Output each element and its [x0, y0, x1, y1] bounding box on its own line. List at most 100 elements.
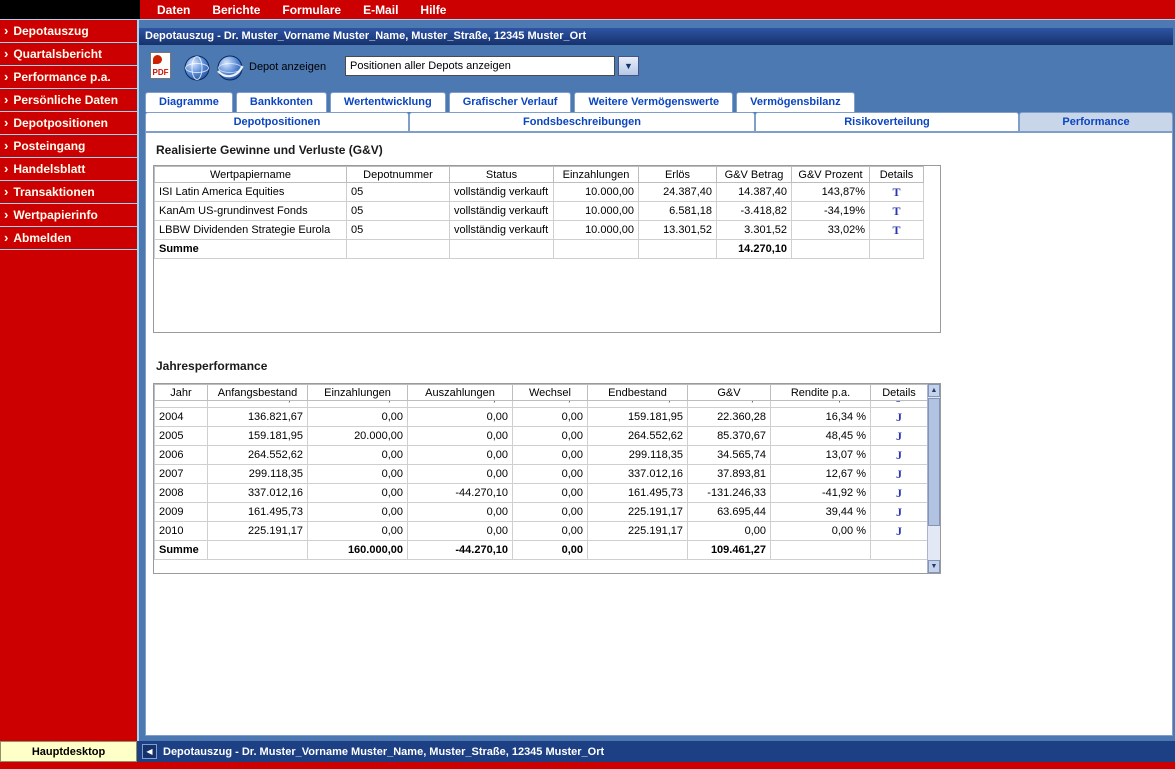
table-cell: 6.581,18 — [638, 201, 717, 221]
globe-sync-button[interactable] — [216, 54, 244, 82]
details-link[interactable]: T — [869, 201, 924, 221]
column-header[interactable]: G&V Prozent — [791, 166, 870, 183]
menu-hilfe[interactable]: Hilfe — [409, 3, 457, 17]
sidebar-item-abmelden[interactable]: › Abmelden — [0, 227, 137, 250]
table-cell: 37.893,81 — [687, 464, 771, 484]
column-header[interactable]: Endbestand — [587, 384, 688, 401]
table-cell: 136.821,67 — [207, 407, 308, 427]
details-link[interactable]: J — [870, 502, 928, 522]
details-link[interactable]: T — [869, 220, 924, 240]
header-row: Jahr Anfangsbestand Einzahlungen Auszahlung… — [154, 384, 928, 401]
table-row: 2004 136.821,67 0,00 0,00 0,00 159.181,95 22.3… — [154, 407, 928, 427]
tab-performance[interactable]: Performance — [1019, 112, 1173, 132]
details-link[interactable]: T — [869, 182, 924, 202]
menu-daten[interactable]: Daten — [146, 3, 201, 17]
details-link[interactable]: J — [870, 426, 928, 446]
table-cell: 2008 — [154, 483, 208, 503]
column-header[interactable]: Details — [869, 166, 924, 183]
details-link[interactable]: J — [870, 464, 928, 484]
table-cell — [638, 239, 717, 259]
sidebar-item-label: Transaktionen — [13, 185, 95, 199]
table-cell: 225.191,17 — [207, 521, 308, 541]
table-cell — [791, 239, 870, 259]
menu-berichte[interactable]: Berichte — [201, 3, 271, 17]
table-cell: 0,00 — [307, 407, 408, 427]
sidebar-item-depotpositionen[interactable]: › Depotpositionen — [0, 112, 137, 135]
sidebar-item-posteingang[interactable]: › Posteingang — [0, 135, 137, 158]
column-header[interactable]: Einzahlungen — [553, 166, 639, 183]
globe-button[interactable] — [183, 54, 211, 82]
table-cell: 0,00 — [512, 521, 588, 541]
combo-dropdown-button[interactable]: ▼ — [618, 56, 639, 76]
scrollbar-thumb[interactable] — [928, 398, 940, 526]
tab-wertentwicklung[interactable]: Wertentwicklung — [329, 92, 446, 112]
column-header[interactable]: Rendite p.a. — [770, 384, 871, 401]
sidebar-item-persoenliche-daten[interactable]: › Persönliche Daten — [0, 89, 137, 112]
column-header[interactable]: Wertpapiername — [154, 166, 347, 183]
globe-sync-icon — [217, 55, 244, 81]
sidebar-item-label: Abmelden — [13, 231, 72, 245]
table-cell: 05 — [346, 182, 450, 202]
column-header[interactable]: Wechsel — [512, 384, 588, 401]
table-cell: 143,87% — [791, 182, 870, 202]
sidebar-item-depotauszug[interactable]: › Depotauszug — [0, 20, 137, 43]
window-title: Depotauszug - Dr. Muster_Vorname Muster_… — [145, 30, 587, 42]
column-header[interactable]: G&V Betrag — [716, 166, 792, 183]
table-cell: 12,67 % — [770, 464, 871, 484]
tab-fondsbeschreibungen[interactable]: Fondsbeschreibungen — [409, 112, 755, 132]
details-link[interactable]: J — [870, 521, 928, 541]
column-header[interactable]: Jahr — [154, 384, 208, 401]
table-cell: 85.370,67 — [687, 426, 771, 446]
table-cell: 10.000,00 — [553, 201, 639, 221]
sidebar-item-wertpapierinfo[interactable]: › Wertpapierinfo — [0, 204, 137, 227]
sidebar-item-handelsblatt[interactable]: › Handelsblatt — [0, 158, 137, 181]
sidebar-item-transaktionen[interactable]: › Transaktionen — [0, 181, 137, 204]
table-cell: 160.000,00 — [307, 540, 408, 560]
sidebar-item-label: Wertpapierinfo — [13, 208, 98, 222]
menu-formulare[interactable]: Formulare — [271, 3, 352, 17]
table-cell — [553, 239, 639, 259]
sidebar-item-performance-pa[interactable]: › Performance p.a. — [0, 66, 137, 89]
sidebar-item-label: Posteingang — [13, 139, 86, 153]
details-link[interactable]: J — [870, 483, 928, 503]
scroll-down-button[interactable]: ▼ — [928, 560, 940, 573]
tab-vermoegensbilanz[interactable]: Vermögensbilanz — [736, 92, 855, 112]
hauptdesktop-button[interactable]: Hauptdesktop — [0, 741, 137, 762]
column-header[interactable]: Depotnummer — [346, 166, 450, 183]
tab-bankkonten[interactable]: Bankkonten — [235, 92, 327, 112]
table-summary-body: Summe 160.000,00 -44.270,10 0,00 109.461… — [154, 540, 928, 560]
tab-weitere-vermoegenswerte[interactable]: Weitere Vermögenswerte — [574, 92, 734, 112]
details-link[interactable]: J — [870, 445, 928, 465]
details-link[interactable]: J — [870, 407, 928, 427]
table-cell: 159.181,95 — [207, 426, 308, 446]
table-viewport: 200383.169,1310.000,000,000,00136.821,67… — [154, 401, 928, 572]
scroll-up-button[interactable]: ▲ — [928, 384, 940, 397]
table-row: ISI Latin America Equities 05 vollständig … — [154, 182, 924, 202]
gains-table: Wertpapiername Depotnummer Status Einzahlun… — [154, 166, 924, 259]
tab-diagramme[interactable]: Diagramme — [145, 92, 233, 112]
table-cell: 161.495,73 — [207, 502, 308, 522]
column-header[interactable]: Einzahlungen — [307, 384, 408, 401]
menu-email[interactable]: E-Mail — [352, 3, 409, 17]
taskbar-back-button[interactable]: ◀ — [142, 744, 157, 759]
tab-depotpositionen[interactable]: Depotpositionen — [145, 112, 409, 132]
tab-grafischer-verlauf[interactable]: Grafischer Verlauf — [448, 92, 572, 112]
column-header[interactable]: Status — [449, 166, 554, 183]
taskbar-window-button[interactable]: Depotauszug - Dr. Muster_Vorname Muster_… — [163, 746, 604, 758]
bottom-strip — [0, 762, 1175, 769]
table-cell — [346, 239, 450, 259]
column-header[interactable]: Anfangsbestand — [207, 384, 308, 401]
chevron-right-icon: › — [4, 115, 9, 130]
table-cell: 2004 — [154, 407, 208, 427]
column-header[interactable]: Details — [870, 384, 928, 401]
sidebar-item-quartalsbericht[interactable]: › Quartalsbericht — [0, 43, 137, 66]
column-header[interactable]: G&V — [687, 384, 771, 401]
column-header[interactable]: Auszahlungen — [407, 384, 513, 401]
tab-risikoverteilung[interactable]: Risikoverteilung — [755, 112, 1019, 132]
table-cell: 0,00 — [512, 445, 588, 465]
column-header[interactable]: Erlös — [638, 166, 717, 183]
depot-select[interactable]: Positionen aller Depots anzeigen — [345, 56, 615, 76]
pdf-export-button[interactable]: PDF — [150, 52, 174, 82]
vertical-scrollbar[interactable]: ▲ ▼ — [927, 384, 940, 573]
table-cell: 0,00 — [407, 407, 513, 427]
